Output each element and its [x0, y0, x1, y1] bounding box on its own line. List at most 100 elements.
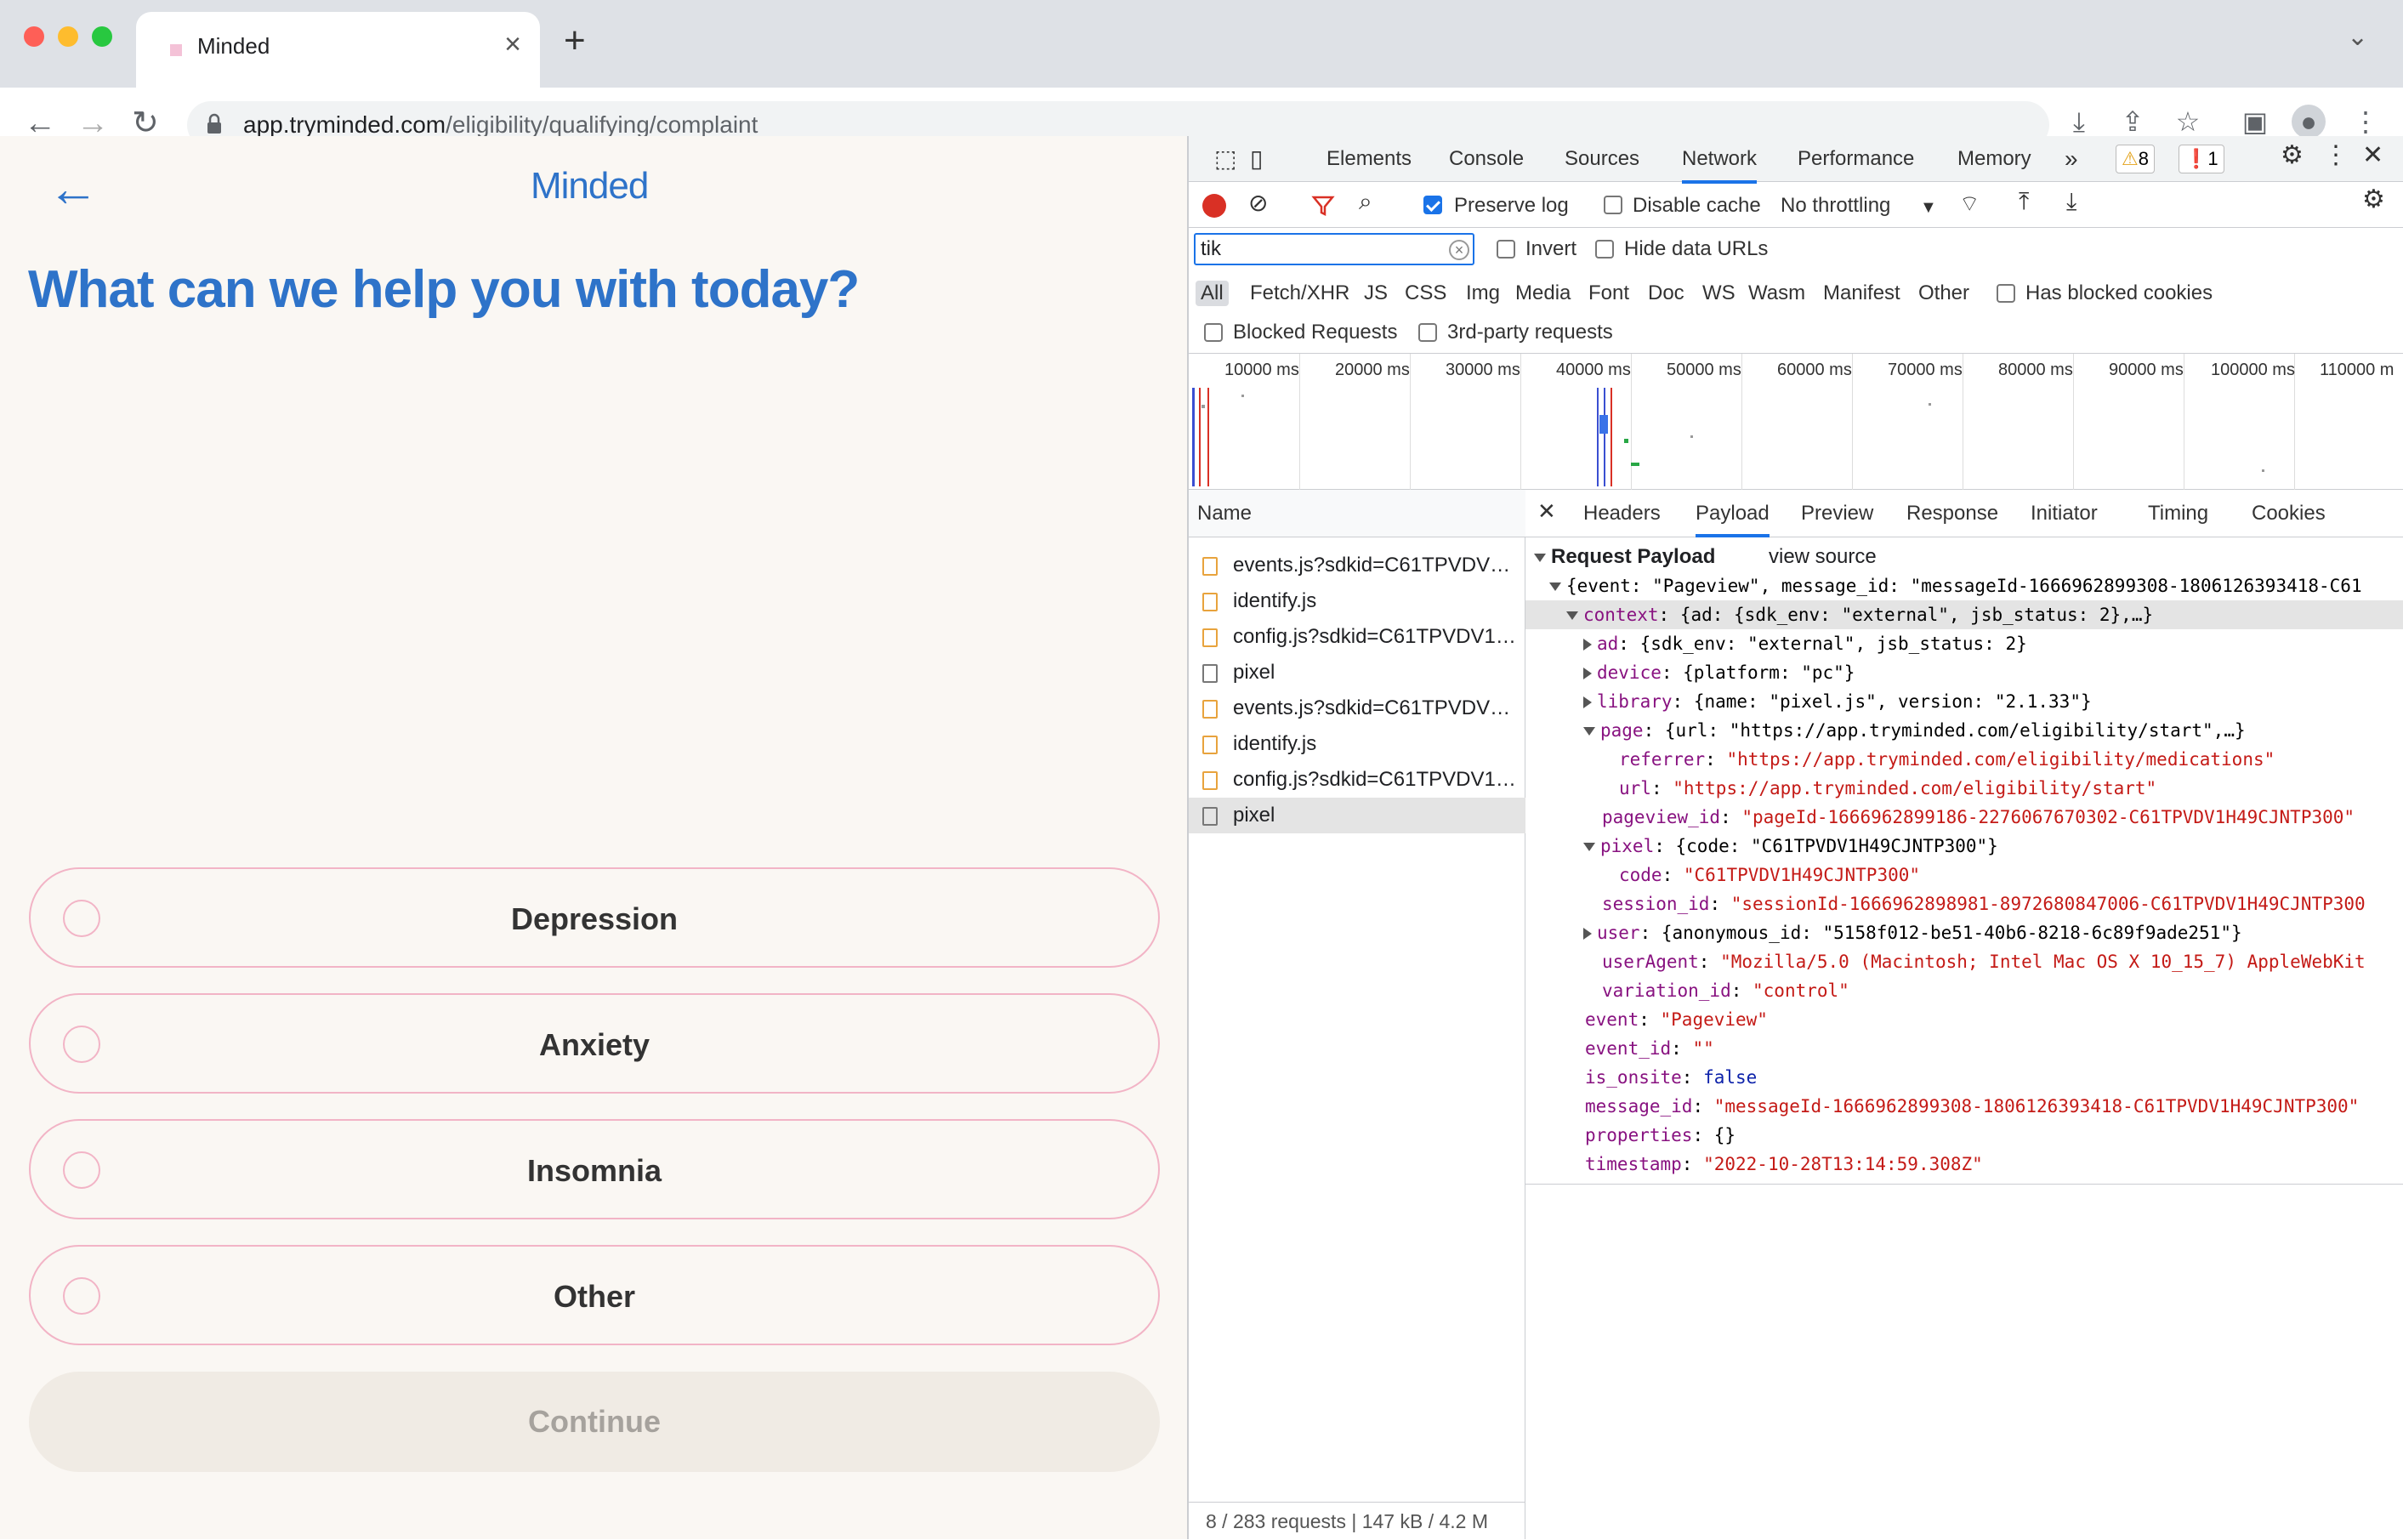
continue-button[interactable]: Continue [29, 1372, 1160, 1472]
tab-elements[interactable]: Elements [1326, 146, 1412, 172]
search-icon[interactable]: ⌕ [1359, 189, 1372, 214]
device-toolbar-icon[interactable]: ▯ [1250, 146, 1263, 172]
request-row[interactable]: events.js?sdkid=C61TPVDV… [1189, 690, 1525, 726]
option-anxiety[interactable]: Anxiety [29, 993, 1160, 1094]
type-img[interactable]: Img [1466, 281, 1500, 306]
tab-response[interactable]: Response [1906, 501, 1998, 526]
request-row[interactable]: config.js?sdkid=C61TPVDV1… [1189, 619, 1525, 655]
option-other[interactable]: Other [29, 1245, 1160, 1345]
settings-gear-icon[interactable]: ⚙ [2281, 143, 2304, 168]
blocked-requests-checkbox[interactable] [1204, 323, 1223, 342]
browser-tab[interactable]: Minded × [136, 12, 540, 88]
maximize-window-button[interactable] [92, 26, 112, 47]
new-tab-button[interactable]: + [564, 20, 586, 61]
tab-preview[interactable]: Preview [1801, 501, 1873, 526]
close-tab-icon[interactable]: × [504, 27, 521, 61]
request-row[interactable]: identify.js [1189, 583, 1525, 619]
clear-icon[interactable]: ⊘ [1248, 190, 1268, 216]
payload-context-line[interactable]: context: {ad: {sdk_env: "external", jsb_… [1525, 600, 2403, 629]
filter-icon[interactable] [1311, 194, 1335, 218]
network-settings-gear-icon[interactable]: ⚙ [2362, 187, 2385, 213]
disable-cache-checkbox[interactable] [1604, 196, 1622, 214]
tab-headers[interactable]: Headers [1583, 501, 1661, 526]
network-timeline-overview[interactable]: 10000 ms 20000 ms 30000 ms 40000 ms 5000… [1189, 354, 2403, 490]
tab-sources[interactable]: Sources [1565, 146, 1639, 172]
request-detail-panel: ✕ Headers Payload Preview Response Initi… [1525, 490, 2403, 1539]
invert-checkbox[interactable] [1497, 240, 1515, 259]
issues-badge[interactable]: ❗1 [2179, 145, 2224, 173]
payload-root-line[interactable]: {event: "Pageview", message_id: "message… [1549, 571, 2362, 600]
type-other[interactable]: Other [1918, 281, 1969, 306]
request-row[interactable]: config.js?sdkid=C61TPVDV1… [1189, 762, 1525, 798]
preserve-log-checkbox[interactable] [1423, 196, 1442, 214]
throttling-select[interactable]: No throttling [1781, 193, 1890, 219]
chevron-down-icon[interactable]: ▼ [1920, 195, 1937, 220]
devtools-kebab-icon[interactable]: ⋮ [2323, 143, 2349, 168]
tab-memory[interactable]: Memory [1957, 146, 2031, 172]
minimize-window-button[interactable] [58, 26, 78, 47]
tab-search-chevron-icon[interactable]: ⌄ [2347, 22, 2368, 52]
type-css[interactable]: CSS [1405, 281, 1446, 306]
close-detail-icon[interactable]: ✕ [1537, 498, 1556, 524]
tab-console[interactable]: Console [1449, 146, 1524, 172]
network-conditions-icon[interactable]: ⌔ [1959, 190, 1980, 216]
type-doc[interactable]: Doc [1648, 281, 1684, 306]
tab-initiator[interactable]: Initiator [2031, 501, 2098, 526]
tab-cookies[interactable]: Cookies [2252, 501, 2326, 526]
request-payload-header[interactable]: Request Payload [1534, 543, 1715, 571]
back-arrow-icon[interactable]: ← [48, 163, 99, 214]
has-blocked-cookies-checkbox[interactable] [1997, 284, 2015, 303]
more-tabs-icon[interactable]: » [2065, 146, 2078, 172]
payload-page-line[interactable]: page: {url: "https://app.tryminded.com/e… [1583, 716, 2246, 745]
payload-device-line[interactable]: device: {platform: "pc"} [1583, 658, 1855, 687]
view-source-link[interactable]: view source [1769, 543, 1877, 571]
tab-timing[interactable]: Timing [2148, 501, 2208, 526]
option-depression[interactable]: Depression [29, 867, 1160, 968]
payload-pixel-line[interactable]: pixel: {code: "C61TPVDV1H49CJNTP300"} [1583, 832, 1998, 861]
type-manifest[interactable]: Manifest [1823, 281, 1900, 306]
tab-payload[interactable]: Payload [1696, 501, 1770, 537]
type-fetch-xhr[interactable]: Fetch/XHR [1250, 281, 1349, 306]
clear-filter-icon[interactable]: × [1449, 240, 1469, 260]
option-insomnia[interactable]: Insomnia [29, 1119, 1160, 1219]
payload-ad-line[interactable]: ad: {sdk_env: "external", jsb_status: 2} [1583, 629, 2027, 658]
close-window-button[interactable] [24, 26, 44, 47]
type-all[interactable]: All [1196, 281, 1229, 306]
tab-performance[interactable]: Performance [1798, 146, 1914, 172]
request-row-selected[interactable]: pixel [1189, 798, 1525, 833]
kebab-menu-icon[interactable]: ⋮ [2349, 105, 2383, 139]
payload-key: pixel [1600, 836, 1655, 856]
payload-key: userAgent [1602, 952, 1699, 972]
export-har-icon[interactable]: ⤓ [2066, 189, 2076, 214]
payload-value: {anonymous_id: "5158f012-be51-40b6-8218-… [1661, 923, 2242, 943]
install-app-icon[interactable]: ⤓ [2062, 105, 2096, 139]
type-wasm[interactable]: Wasm [1748, 281, 1805, 306]
inspect-element-icon[interactable]: ⬚ [1214, 146, 1236, 172]
third-party-checkbox[interactable] [1418, 323, 1437, 342]
filter-input[interactable]: tik [1194, 233, 1474, 265]
hide-data-urls-label: Hide data URLs [1624, 237, 1769, 260]
import-har-icon[interactable]: ⤒ [2019, 189, 2029, 214]
share-icon[interactable]: ⇪ [2116, 105, 2150, 139]
type-js[interactable]: JS [1364, 281, 1388, 306]
request-row[interactable]: pixel [1189, 655, 1525, 690]
request-row[interactable]: events.js?sdkid=C61TPVDV… [1189, 548, 1525, 583]
name-column-header[interactable]: Name [1189, 490, 1525, 537]
bookmark-star-icon[interactable]: ☆ [2171, 105, 2205, 139]
type-ws[interactable]: WS [1702, 281, 1736, 306]
payload-key: event [1585, 1009, 1639, 1030]
close-devtools-icon[interactable]: ✕ [2362, 143, 2383, 168]
record-icon[interactable] [1202, 194, 1226, 218]
request-row[interactable]: identify.js [1189, 726, 1525, 762]
payload-user-line[interactable]: user: {anonymous_id: "5158f012-be51-40b6… [1583, 918, 2242, 947]
profile-avatar-icon[interactable]: ● [2292, 105, 2326, 139]
type-media[interactable]: Media [1515, 281, 1571, 306]
payload-library-line[interactable]: library: {name: "pixel.js", version: "2.… [1583, 687, 2092, 716]
expand-triangle-icon [1583, 928, 1592, 940]
hide-data-urls-checkbox[interactable] [1595, 240, 1614, 259]
tab-network[interactable]: Network [1682, 146, 1758, 184]
request-name: events.js?sdkid=C61TPVDV… [1233, 696, 1511, 719]
side-panel-icon[interactable]: ▣ [2238, 105, 2272, 139]
warnings-badge[interactable]: ⚠8 [2116, 145, 2155, 173]
type-font[interactable]: Font [1588, 281, 1629, 306]
